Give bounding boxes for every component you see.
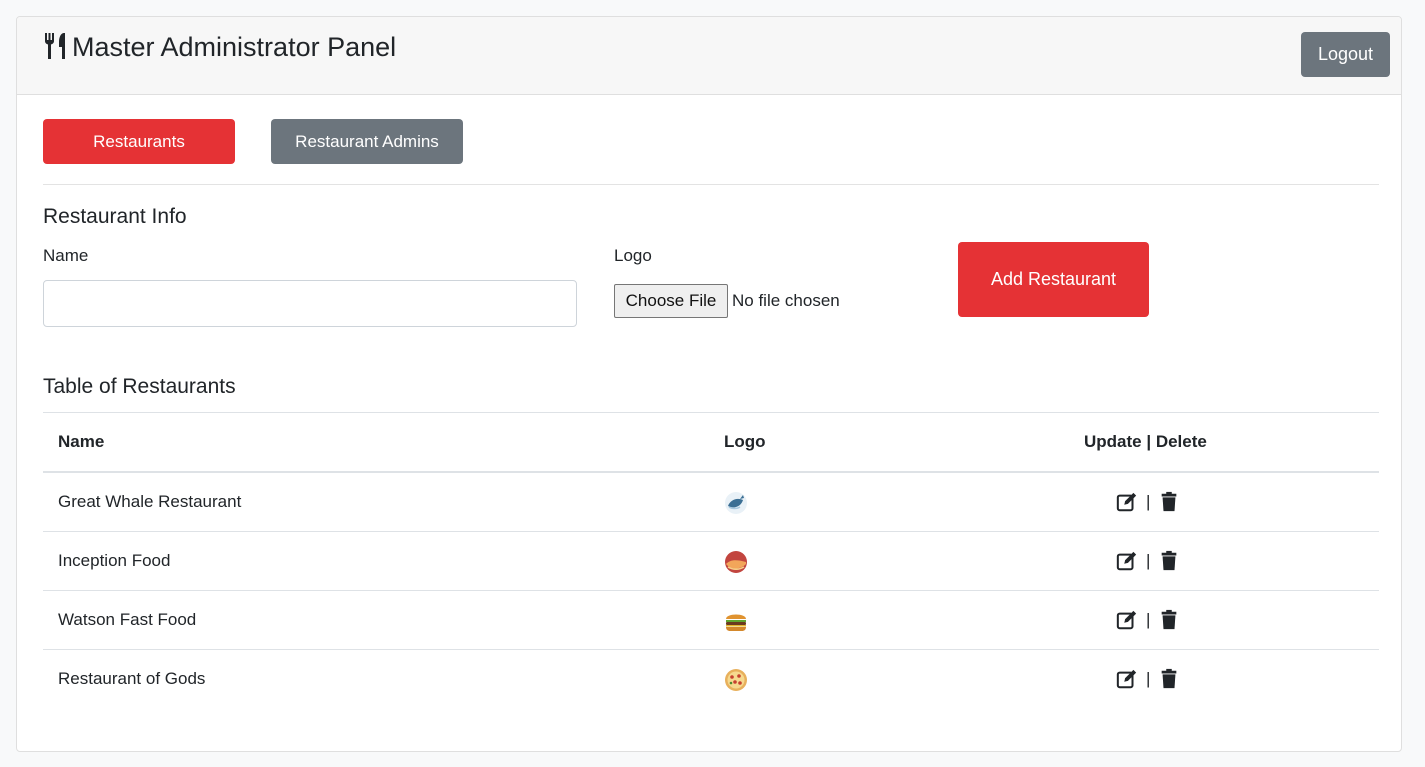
- row-actions: |: [1116, 609, 1180, 631]
- admin-panel-card: Master Administrator Panel Logout Restau…: [16, 16, 1402, 752]
- trash-icon[interactable]: [1158, 550, 1180, 572]
- column-header-logo: Logo: [724, 432, 766, 451]
- row-divider: [43, 590, 1379, 591]
- logout-button[interactable]: Logout: [1301, 32, 1390, 77]
- action-separator: |: [1146, 669, 1151, 688]
- name-label: Name: [43, 246, 89, 265]
- action-separator: |: [1146, 610, 1151, 629]
- restaurant-name-input[interactable]: [43, 280, 577, 327]
- table-row-name: Great Whale Restaurant: [58, 492, 242, 511]
- tab-restaurant-admins[interactable]: Restaurant Admins: [271, 119, 463, 164]
- trash-icon[interactable]: [1158, 609, 1180, 631]
- choose-file-button[interactable]: Choose File: [614, 284, 728, 318]
- table-row-name: Restaurant of Gods: [58, 669, 206, 688]
- pizza-logo-icon: [725, 669, 747, 691]
- row-divider: [43, 531, 1379, 532]
- file-status-text: No file chosen: [732, 291, 840, 310]
- column-header-name: Name: [58, 432, 105, 451]
- row-actions: |: [1116, 668, 1180, 690]
- trash-icon[interactable]: [1158, 491, 1180, 513]
- tab-restaurants[interactable]: Restaurants: [43, 119, 235, 164]
- table-row-name: Watson Fast Food: [58, 610, 197, 629]
- panel-header: Master Administrator Panel Logout: [17, 17, 1401, 95]
- action-separator: |: [1146, 492, 1151, 511]
- logo-label: Logo: [614, 246, 652, 265]
- sunset-logo-icon: [725, 551, 747, 573]
- restaurant-info-heading: Restaurant Info: [43, 205, 187, 228]
- trash-icon[interactable]: [1158, 668, 1180, 690]
- row-divider: [43, 649, 1379, 650]
- table-header-border: [43, 471, 1379, 473]
- edit-icon[interactable]: [1116, 609, 1138, 631]
- column-header-actions: Update | Delete: [1084, 432, 1207, 451]
- page-title: Master Administrator Panel: [72, 32, 397, 62]
- whale-logo-icon: [725, 492, 747, 514]
- table-top-border: [43, 412, 1379, 413]
- action-separator: |: [1146, 551, 1151, 570]
- row-actions: |: [1116, 491, 1180, 513]
- divider: [43, 184, 1379, 185]
- add-restaurant-button[interactable]: Add Restaurant: [958, 242, 1149, 317]
- restaurants-table-title: Table of Restaurants: [43, 375, 236, 398]
- edit-icon[interactable]: [1116, 550, 1138, 572]
- table-row-name: Inception Food: [58, 551, 171, 570]
- utensils-icon: [45, 33, 65, 59]
- edit-icon[interactable]: [1116, 668, 1138, 690]
- edit-icon[interactable]: [1116, 491, 1138, 513]
- burger-logo-icon: [726, 614, 746, 631]
- row-actions: |: [1116, 550, 1180, 572]
